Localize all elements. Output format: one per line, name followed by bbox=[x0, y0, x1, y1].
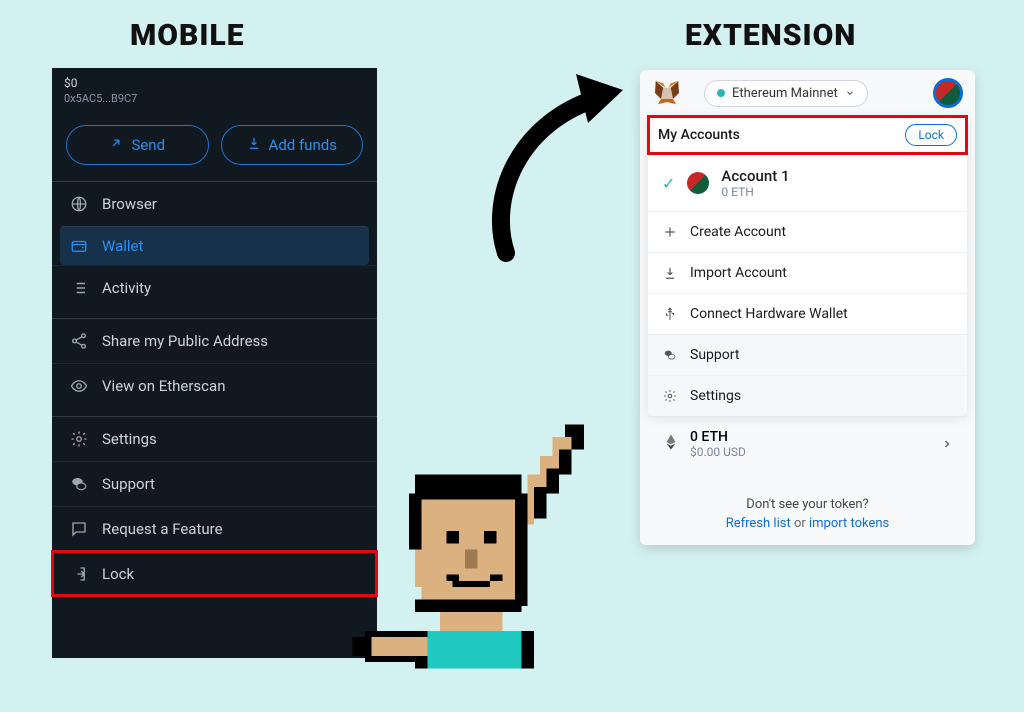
user-avatar[interactable] bbox=[933, 78, 963, 108]
account-name: Account 1 bbox=[721, 167, 789, 185]
menu-settings[interactable]: Settings bbox=[52, 416, 377, 461]
menu-wallet-label: Wallet bbox=[102, 237, 143, 255]
list-icon bbox=[70, 279, 88, 297]
wallet-icon bbox=[70, 237, 88, 255]
connect-hardware-button[interactable]: Connect Hardware Wallet bbox=[648, 293, 967, 334]
download-icon bbox=[247, 136, 261, 154]
chat-icon bbox=[70, 475, 88, 493]
menu-lock-label: Lock bbox=[102, 565, 134, 583]
accounts-menu: My Accounts Lock ✓ Account 1 0 ETH Creat… bbox=[648, 116, 967, 416]
connect-hardware-label: Connect Hardware Wallet bbox=[690, 306, 848, 322]
account-row[interactable]: ✓ Account 1 0 ETH bbox=[648, 154, 967, 211]
chat-icon bbox=[662, 348, 678, 362]
gear-icon bbox=[662, 389, 678, 403]
refresh-list-link[interactable]: Refresh list bbox=[726, 516, 791, 531]
menu-etherscan[interactable]: View on Etherscan bbox=[52, 363, 377, 408]
check-icon: ✓ bbox=[662, 174, 675, 193]
add-funds-label: Add funds bbox=[269, 136, 337, 154]
network-selector[interactable]: Ethereum Mainnet bbox=[704, 80, 868, 107]
ext-settings-button[interactable]: Settings bbox=[648, 375, 967, 416]
send-button[interactable]: Send bbox=[66, 125, 209, 165]
message-icon bbox=[70, 520, 88, 538]
create-account-label: Create Account bbox=[690, 224, 786, 240]
menu-share[interactable]: Share my Public Address bbox=[52, 318, 377, 363]
network-status-dot bbox=[717, 89, 725, 97]
ext-support-label: Support bbox=[690, 347, 739, 363]
download-icon bbox=[662, 266, 678, 280]
add-funds-button[interactable]: Add funds bbox=[221, 125, 364, 165]
create-account-button[interactable]: Create Account bbox=[648, 211, 967, 252]
menu-activity[interactable]: Activity bbox=[52, 265, 377, 310]
footer-question: Don't see your token? bbox=[640, 497, 975, 512]
eth-amount: 0 ETH bbox=[690, 429, 746, 445]
network-name: Ethereum Mainnet bbox=[732, 86, 838, 101]
arrow-up-right-icon bbox=[109, 136, 123, 154]
extension-panel: Ethereum Mainnet My Accounts Lock ✓ Acco… bbox=[640, 70, 975, 545]
arrow-illustration bbox=[468, 68, 638, 258]
menu-support-label: Support bbox=[102, 475, 155, 493]
usb-icon bbox=[662, 307, 678, 321]
plus-icon bbox=[662, 225, 678, 239]
send-label: Send bbox=[131, 136, 165, 154]
account-avatar bbox=[687, 172, 709, 194]
menu-wallet[interactable]: Wallet bbox=[60, 226, 369, 265]
usd-amount: $0.00 USD bbox=[690, 445, 746, 459]
gear-icon bbox=[70, 430, 88, 448]
menu-share-label: Share my Public Address bbox=[102, 332, 268, 350]
menu-activity-label: Activity bbox=[102, 279, 151, 297]
menu-support[interactable]: Support bbox=[52, 461, 377, 506]
chevron-right-icon bbox=[941, 435, 953, 454]
or-text: or bbox=[794, 516, 806, 531]
ext-support-button[interactable]: Support bbox=[648, 334, 967, 375]
account-balance: 0 ETH bbox=[721, 185, 789, 199]
accounts-menu-header: My Accounts Lock bbox=[648, 116, 967, 154]
share-icon bbox=[70, 332, 88, 350]
menu-etherscan-label: View on Etherscan bbox=[102, 377, 225, 395]
menu-request-label: Request a Feature bbox=[102, 520, 223, 538]
mobile-header: $0 0x5AC5...B9C7 bbox=[52, 68, 377, 115]
extension-footer: Don't see your token? Refresh list or im… bbox=[640, 471, 975, 531]
metamask-fox-icon bbox=[652, 78, 682, 108]
mobile-panel: $0 0x5AC5...B9C7 Send Add funds Browser bbox=[52, 68, 377, 658]
mobile-heading: MOBILE bbox=[130, 18, 245, 53]
extension-heading: EXTENSION bbox=[685, 18, 856, 53]
wallet-address: 0x5AC5...B9C7 bbox=[64, 92, 365, 105]
menu-browser[interactable]: Browser bbox=[52, 181, 377, 226]
menu-settings-label: Settings bbox=[102, 430, 157, 448]
logout-icon bbox=[70, 565, 88, 583]
menu-request[interactable]: Request a Feature bbox=[52, 506, 377, 551]
balance-text: $0 bbox=[64, 76, 365, 90]
eth-balance-row[interactable]: 0 ETH $0.00 USD bbox=[648, 416, 967, 471]
chevron-down-icon bbox=[845, 88, 855, 98]
eye-icon bbox=[70, 377, 88, 395]
import-account-button[interactable]: Import Account bbox=[648, 252, 967, 293]
ext-settings-label: Settings bbox=[690, 388, 741, 404]
import-account-label: Import Account bbox=[690, 265, 787, 281]
menu-browser-label: Browser bbox=[102, 195, 157, 213]
import-tokens-link[interactable]: import tokens bbox=[809, 516, 889, 531]
globe-icon bbox=[70, 195, 88, 213]
extension-topbar: Ethereum Mainnet bbox=[640, 70, 975, 116]
lock-button[interactable]: Lock bbox=[905, 124, 957, 146]
pixel-character bbox=[365, 412, 665, 712]
accounts-menu-title: My Accounts bbox=[658, 127, 740, 143]
menu-lock[interactable]: Lock bbox=[52, 551, 377, 596]
